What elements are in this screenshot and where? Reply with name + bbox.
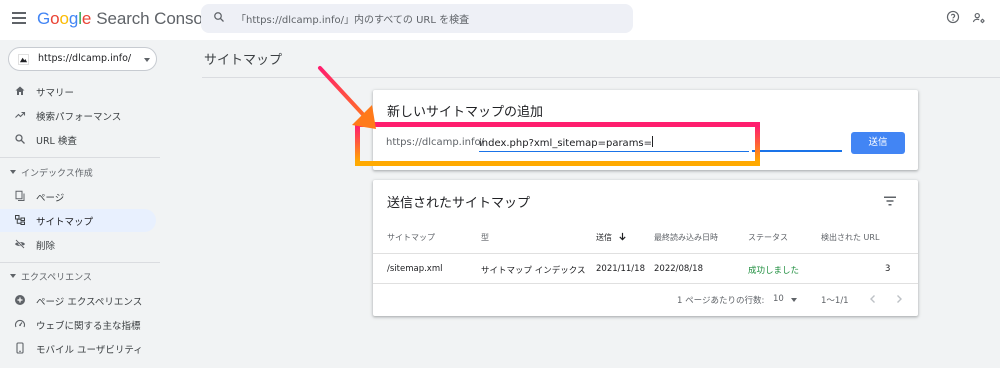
smartphone-icon	[16, 342, 24, 354]
chevron-right-icon[interactable]	[894, 294, 904, 304]
cell-type: サイトマップ インデックス	[481, 266, 586, 276]
sidebar-item-label: 検索パフォーマンス	[36, 112, 122, 123]
arrow-downward-icon	[619, 232, 626, 241]
sidebar-item-label: ページ エクスペリエンス	[36, 297, 143, 308]
sidebar-item-page-experience[interactable]: ページ エクスペリエンス	[0, 289, 156, 312]
sidebar-item-label: URL 検査	[36, 136, 77, 147]
column-header-sitemap[interactable]: サイトマップ	[387, 232, 435, 243]
sidebar-item-label: ウェブに関する主な指標	[36, 321, 141, 332]
top-app-bar: Google Search Console 「https://dlcamp.inf…	[0, 0, 1000, 40]
help-icon[interactable]	[946, 10, 960, 24]
caret-down-icon	[10, 274, 16, 278]
page-title: サイトマップ	[204, 53, 283, 68]
sidebar-item-label: 削除	[36, 241, 56, 252]
product-logo[interactable]: Google Search Console	[37, 9, 216, 29]
sidebar-item-url-inspection[interactable]: URL 検査	[0, 128, 156, 151]
cell-status: 成功しました	[748, 266, 800, 276]
cell-sitemap: /sitemap.xml	[387, 264, 443, 274]
add-circle-icon	[15, 295, 25, 305]
sidebar-section-experience[interactable]: エクスペリエンス	[0, 269, 150, 285]
sidebar-item-summary[interactable]: サマリー	[0, 80, 156, 103]
rows-per-page-select[interactable]: 10	[773, 294, 784, 304]
sidebar-item-sitemaps[interactable]: サイトマップ	[0, 209, 156, 232]
column-header-discovered-urls[interactable]: 検出された URL	[821, 232, 879, 243]
sidebar-divider	[0, 157, 160, 158]
hamburger-menu-icon[interactable]	[12, 12, 26, 24]
caret-down-icon	[144, 58, 150, 62]
column-header-type[interactable]: 型	[481, 232, 489, 243]
sidebar-item-label: モバイル ユーザビリティ	[36, 345, 143, 356]
pages-icon	[15, 190, 25, 201]
sidebar-section-indexing[interactable]: インデックス作成	[0, 165, 150, 181]
home-icon	[15, 86, 25, 95]
filter-list-icon[interactable]	[883, 195, 897, 207]
trending-up-icon	[15, 111, 26, 118]
sidebar-divider	[0, 262, 160, 263]
sitemap-icon	[15, 215, 25, 225]
column-header-status[interactable]: ステータス	[748, 232, 788, 243]
sidebar-item-pages[interactable]: ページ	[0, 185, 156, 208]
annotation-highlight-top-edge	[355, 122, 760, 127]
annotation-highlight-box	[355, 122, 760, 166]
sidebar-item-removals[interactable]: 削除	[0, 233, 156, 256]
search-placeholder[interactable]: 「https://dlcamp.info/」内のすべての URL を検査	[236, 11, 469, 26]
visibility-off-icon	[15, 239, 25, 249]
account-settings-icon[interactable]	[972, 11, 986, 25]
cell-last-read: 2022/08/18	[654, 264, 703, 274]
site-favicon-icon	[18, 54, 29, 65]
cell-discovered-urls: 3	[885, 264, 891, 274]
add-sitemap-title: 新しいサイトマップの追加	[387, 105, 544, 120]
sidebar-item-performance[interactable]: 検索パフォーマンス	[0, 104, 156, 127]
sidebar-item-mobile-usability[interactable]: モバイル ユーザビリティ	[0, 337, 156, 360]
chevron-left-icon[interactable]	[868, 294, 878, 304]
sitemap-url-input-underline	[752, 150, 842, 152]
search-icon	[15, 134, 25, 144]
sidebar-item-label: サマリー	[36, 88, 75, 99]
table-header-divider	[373, 253, 918, 254]
speed-gauge-icon	[14, 319, 26, 328]
section-label: エクスペリエンス	[21, 273, 92, 283]
search-icon[interactable]	[213, 11, 225, 23]
column-header-label: 送信	[596, 233, 612, 242]
caret-down-icon[interactable]	[791, 298, 797, 302]
sidebar-item-label: サイトマップ	[36, 217, 94, 228]
product-name: Search Console	[96, 9, 216, 28]
rows-per-page-label: 1 ページあたりの行数:	[677, 296, 765, 306]
column-header-submitted[interactable]: 送信	[596, 232, 627, 243]
caret-down-icon	[10, 170, 16, 174]
annotation-arrow-icon	[318, 66, 376, 129]
submit-sitemap-button[interactable]: 送信	[851, 132, 905, 154]
table-row-divider	[373, 283, 918, 284]
property-selector[interactable]: https://dlcamp.info/	[8, 47, 157, 71]
section-label: インデックス作成	[21, 169, 93, 179]
column-header-last-read[interactable]: 最終読み込み日時	[654, 232, 718, 243]
sidebar-item-label: ページ	[36, 193, 65, 204]
google-wordmark: Google	[37, 9, 92, 28]
submitted-sitemaps-title: 送信されたサイトマップ	[387, 196, 531, 211]
property-label: https://dlcamp.info/	[38, 53, 132, 64]
pagination-range: 1〜1/1	[821, 296, 849, 306]
cell-submitted: 2021/11/18	[596, 264, 645, 274]
sidebar-item-core-web-vitals[interactable]: ウェブに関する主な指標	[0, 313, 156, 336]
